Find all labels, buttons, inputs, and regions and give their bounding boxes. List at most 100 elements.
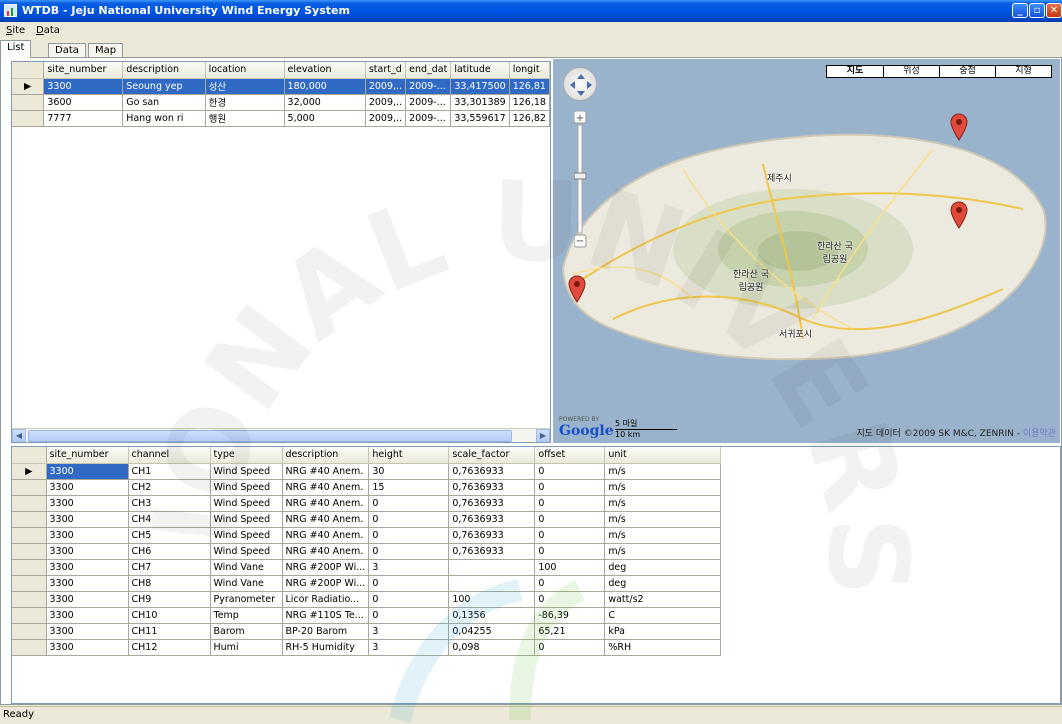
row-pointer-icon[interactable]: ▶ [12,78,45,95]
column-header[interactable]: start_d [365,62,407,79]
table-cell[interactable]: 3300 [46,511,129,528]
column-header[interactable]: description [282,447,370,464]
table-cell[interactable]: kPa [604,623,722,640]
table-row[interactable]: 3300 CH8 Wind Vane NRG #200P Wi... 0 0 deg [12,575,727,592]
row-header[interactable] [12,543,47,560]
table-cell[interactable]: 0 [534,527,606,544]
table-cell[interactable]: 0 [534,575,606,592]
table-cell[interactable]: CH7 [128,559,211,576]
table-cell[interactable]: watt/s2 [604,591,722,608]
table-cell[interactable]: 0,7636933 [448,495,536,512]
row-header[interactable] [12,479,47,496]
table-cell[interactable]: 2009,.. [365,110,407,127]
table-cell[interactable]: 2009-... [405,110,452,127]
maximize-button[interactable]: ▫ [1029,3,1045,18]
table-cell[interactable]: NRG #200P Wi... [282,559,370,576]
sites-grid[interactable]: site_number description location elevati… [11,61,551,443]
table-cell[interactable]: 성산 [205,78,285,95]
table-row[interactable]: 3300 CH10 Temp NRG #110S Te... 0 0,1356 -86,39… [12,607,727,624]
column-header[interactable]: elevation [284,62,366,79]
table-cell[interactable]: CH5 [128,527,211,544]
table-cell[interactable]: 3300 [46,479,129,496]
table-cell[interactable]: 33,417500 [450,78,510,95]
table-row[interactable]: ▶ 3300 CH1 Wind Speed NRG #40 Anem. 30 0,76369… [12,463,727,480]
table-cell[interactable]: 0,7636933 [448,511,536,528]
table-cell[interactable] [448,559,536,576]
map-type-selector[interactable]: 지도 위성 중첩 지형 [826,65,1052,78]
table-cell[interactable]: 100 [534,559,606,576]
table-cell[interactable]: Wind Speed [210,463,283,480]
table-cell[interactable]: 15 [368,479,450,496]
table-cell[interactable]: 3300 [46,575,129,592]
table-cell[interactable]: 5,000 [284,110,366,127]
table-cell[interactable]: CH1 [128,463,211,480]
column-header[interactable]: site_number [46,447,129,464]
table-cell[interactable]: 2009,.. [365,78,407,95]
site-marker-icon[interactable] [949,201,969,229]
table-cell[interactable]: 0 [534,479,606,496]
table-cell[interactable]: CH10 [128,607,211,624]
table-cell[interactable]: -86,39 [534,607,606,624]
table-cell[interactable]: CH8 [128,575,211,592]
table-cell[interactable]: 0 [534,591,606,608]
table-cell[interactable]: NRG #200P Wi... [282,575,370,592]
table-row[interactable]: 3300 CH11 Barom BP-20 Barom 3 0,04255 65,21 kPa [12,623,727,640]
table-cell[interactable]: 3300 [46,463,129,480]
table-cell[interactable] [448,575,536,592]
table-row[interactable]: 3600 Go san 한경 32,000 2009,.. 2009-... 3… [12,94,550,111]
map-type-hybrid-button[interactable]: 중첩 [939,66,995,77]
table-cell[interactable]: Wind Speed [210,543,283,560]
table-cell[interactable]: BP-20 Barom [282,623,370,640]
table-cell[interactable]: 65,21 [534,623,606,640]
table-cell[interactable]: 0 [368,543,450,560]
table-cell[interactable]: CH11 [128,623,211,640]
map-type-satellite-button[interactable]: 위성 [883,66,939,77]
table-cell[interactable]: 3600 [43,94,124,111]
table-row[interactable]: ▶ 3300 Seoung yep 성산 180,000 2009,.. 200… [12,78,550,95]
table-cell[interactable]: 30 [368,463,450,480]
table-cell[interactable]: 0 [534,463,606,480]
site-marker-icon[interactable] [949,113,969,141]
row-header[interactable] [12,575,47,592]
column-header[interactable]: height [368,447,450,464]
table-cell[interactable]: Wind Speed [210,527,283,544]
row-header[interactable] [12,527,47,544]
table-row[interactable]: 3300 CH6 Wind Speed NRG #40 Anem. 0 0,7636933… [12,543,727,560]
menu-site[interactable]: Site [6,25,25,36]
column-header[interactable]: description [122,62,206,79]
table-cell[interactable]: 0 [534,511,606,528]
table-row[interactable]: 3300 CH12 Humi RH-5 Humidity 3 0,098 0 %RH [12,639,727,656]
table-cell[interactable]: RH-5 Humidity [282,639,370,656]
table-cell[interactable]: CH12 [128,639,211,656]
table-cell[interactable]: Wind Vane [210,575,283,592]
table-cell[interactable]: NRG #40 Anem. [282,543,370,560]
table-cell[interactable]: 0 [368,591,450,608]
table-cell[interactable]: 180,000 [284,78,366,95]
table-row[interactable]: 3300 CH4 Wind Speed NRG #40 Anem. 0 0,7636933… [12,511,727,528]
table-cell[interactable]: 0 [368,575,450,592]
table-cell[interactable]: NRG #40 Anem. [282,511,370,528]
map-view[interactable]: 지도 위성 중첩 지형 + − 제주시 한라산 국립공원 한라산 국립공원 서귀… [553,59,1060,443]
zoom-slider[interactable]: + − [573,110,587,248]
table-cell[interactable]: 행원 [205,110,285,127]
table-cell[interactable]: Temp [210,607,283,624]
column-header[interactable]: location [205,62,285,79]
menu-data[interactable]: Data [36,25,60,36]
table-cell[interactable]: 2009,.. [365,94,407,111]
table-cell[interactable]: 3300 [46,495,129,512]
table-cell[interactable]: 2009-... [405,94,452,111]
column-header[interactable]: type [210,447,283,464]
table-row[interactable]: 3300 CH7 Wind Vane NRG #200P Wi... 3 100 deg [12,559,727,576]
table-cell[interactable]: CH6 [128,543,211,560]
table-cell[interactable]: Go san [122,94,206,111]
table-cell[interactable]: 0 [368,527,450,544]
row-header[interactable] [12,639,47,656]
table-cell[interactable]: m/s [604,543,722,560]
table-cell[interactable]: Licor Radiatio... [282,591,370,608]
table-cell[interactable]: Wind Speed [210,495,283,512]
row-header[interactable] [12,607,47,624]
table-cell[interactable]: deg [604,559,722,576]
row-header[interactable] [12,623,47,640]
scroll-right-icon[interactable]: ▶ [536,429,550,442]
table-row[interactable]: 3300 CH5 Wind Speed NRG #40 Anem. 0 0,7636933… [12,527,727,544]
